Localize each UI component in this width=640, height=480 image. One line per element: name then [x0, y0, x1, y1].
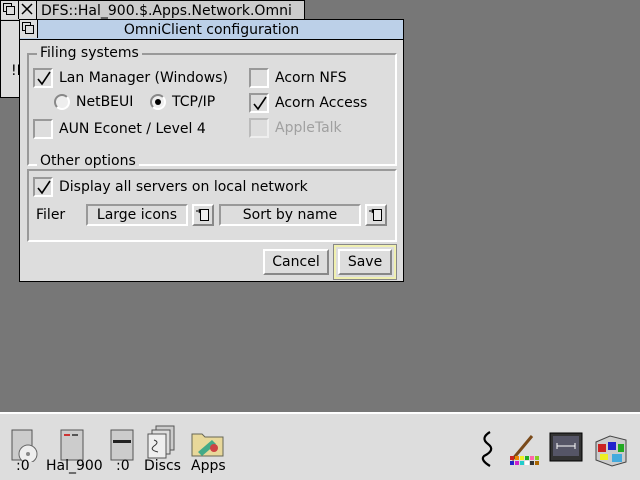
omniclient-config-dialog: OmniClient configuration Filing systems … [19, 19, 404, 282]
display-mode-field: Large icons [86, 204, 188, 226]
display-servers-label: Display all servers on local network [59, 179, 308, 195]
appletalk-option: AppleTalk [249, 118, 342, 138]
apps-label: Apps [191, 458, 226, 474]
task-manager-icon[interactable] [592, 432, 630, 472]
appletalk-checkbox [249, 118, 269, 138]
sort-mode-menu-button[interactable] [365, 204, 387, 226]
sort-mode-field: Sort by name [219, 204, 361, 226]
discs-label: Discs [144, 458, 181, 474]
floppy-drive-label: :0 [116, 458, 130, 474]
netbeui-label: NetBEUI [76, 94, 134, 110]
display-servers-option[interactable]: Display all servers on local network [33, 177, 308, 197]
display-servers-checkbox[interactable] [33, 177, 53, 197]
netbeui-option[interactable]: NetBEUI [54, 94, 133, 110]
display-mode-menu-button[interactable] [192, 204, 214, 226]
lan-manager-checkbox[interactable] [33, 68, 53, 88]
acorn-nfs-label: Acorn NFS [275, 70, 347, 86]
acorn-nfs-option[interactable]: Acorn NFS [249, 68, 347, 88]
other-options-label: Other options [37, 153, 139, 169]
appletalk-label: AppleTalk [275, 120, 342, 136]
aun-econet-option[interactable]: AUN Econet / Level 4 [33, 119, 206, 139]
filing-systems-label: Filing systems [37, 45, 142, 61]
acorn-access-checkbox[interactable] [249, 93, 269, 113]
iconbar: :0 Hal_900 :0 Discs Apps [0, 412, 640, 480]
dialog-title: OmniClient configuration [123, 22, 300, 38]
aun-econet-checkbox[interactable] [33, 119, 53, 139]
background-window-title: DFS::Hal_900.$.Apps.Network.Omni [41, 3, 292, 19]
aun-econet-label: AUN Econet / Level 4 [59, 121, 206, 137]
back-icon[interactable] [1, 1, 19, 19]
hard-disc-label: Hal_900 [46, 458, 103, 474]
acorn-nfs-checkbox[interactable] [249, 68, 269, 88]
lan-manager-label: Lan Manager (Windows) [59, 70, 228, 86]
paint-icon[interactable] [506, 430, 542, 474]
background-window-titlebar[interactable]: DFS::Hal_900.$.Apps.Network.Omni [1, 1, 304, 21]
close-icon[interactable] [19, 1, 37, 19]
filer-label: Filer [36, 207, 66, 223]
apps-folder-icon[interactable] [190, 428, 226, 462]
acorn-access-label: Acorn Access [275, 95, 368, 111]
lan-manager-option[interactable]: Lan Manager (Windows) [33, 68, 228, 88]
tcpip-option[interactable]: TCP/IP [150, 94, 215, 110]
dialog-titlebar[interactable]: OmniClient configuration [20, 20, 403, 40]
acorn-access-option[interactable]: Acorn Access [249, 93, 367, 113]
netbeui-radio[interactable] [54, 94, 70, 110]
omniclient-icon[interactable] [476, 430, 498, 474]
save-button[interactable]: Save [338, 249, 392, 275]
display-manager-icon[interactable] [549, 432, 583, 470]
tcpip-radio[interactable] [150, 94, 166, 110]
cd-drive-label: :0 [16, 458, 30, 474]
tcpip-label: TCP/IP [172, 94, 216, 110]
cancel-button[interactable]: Cancel [263, 249, 329, 275]
